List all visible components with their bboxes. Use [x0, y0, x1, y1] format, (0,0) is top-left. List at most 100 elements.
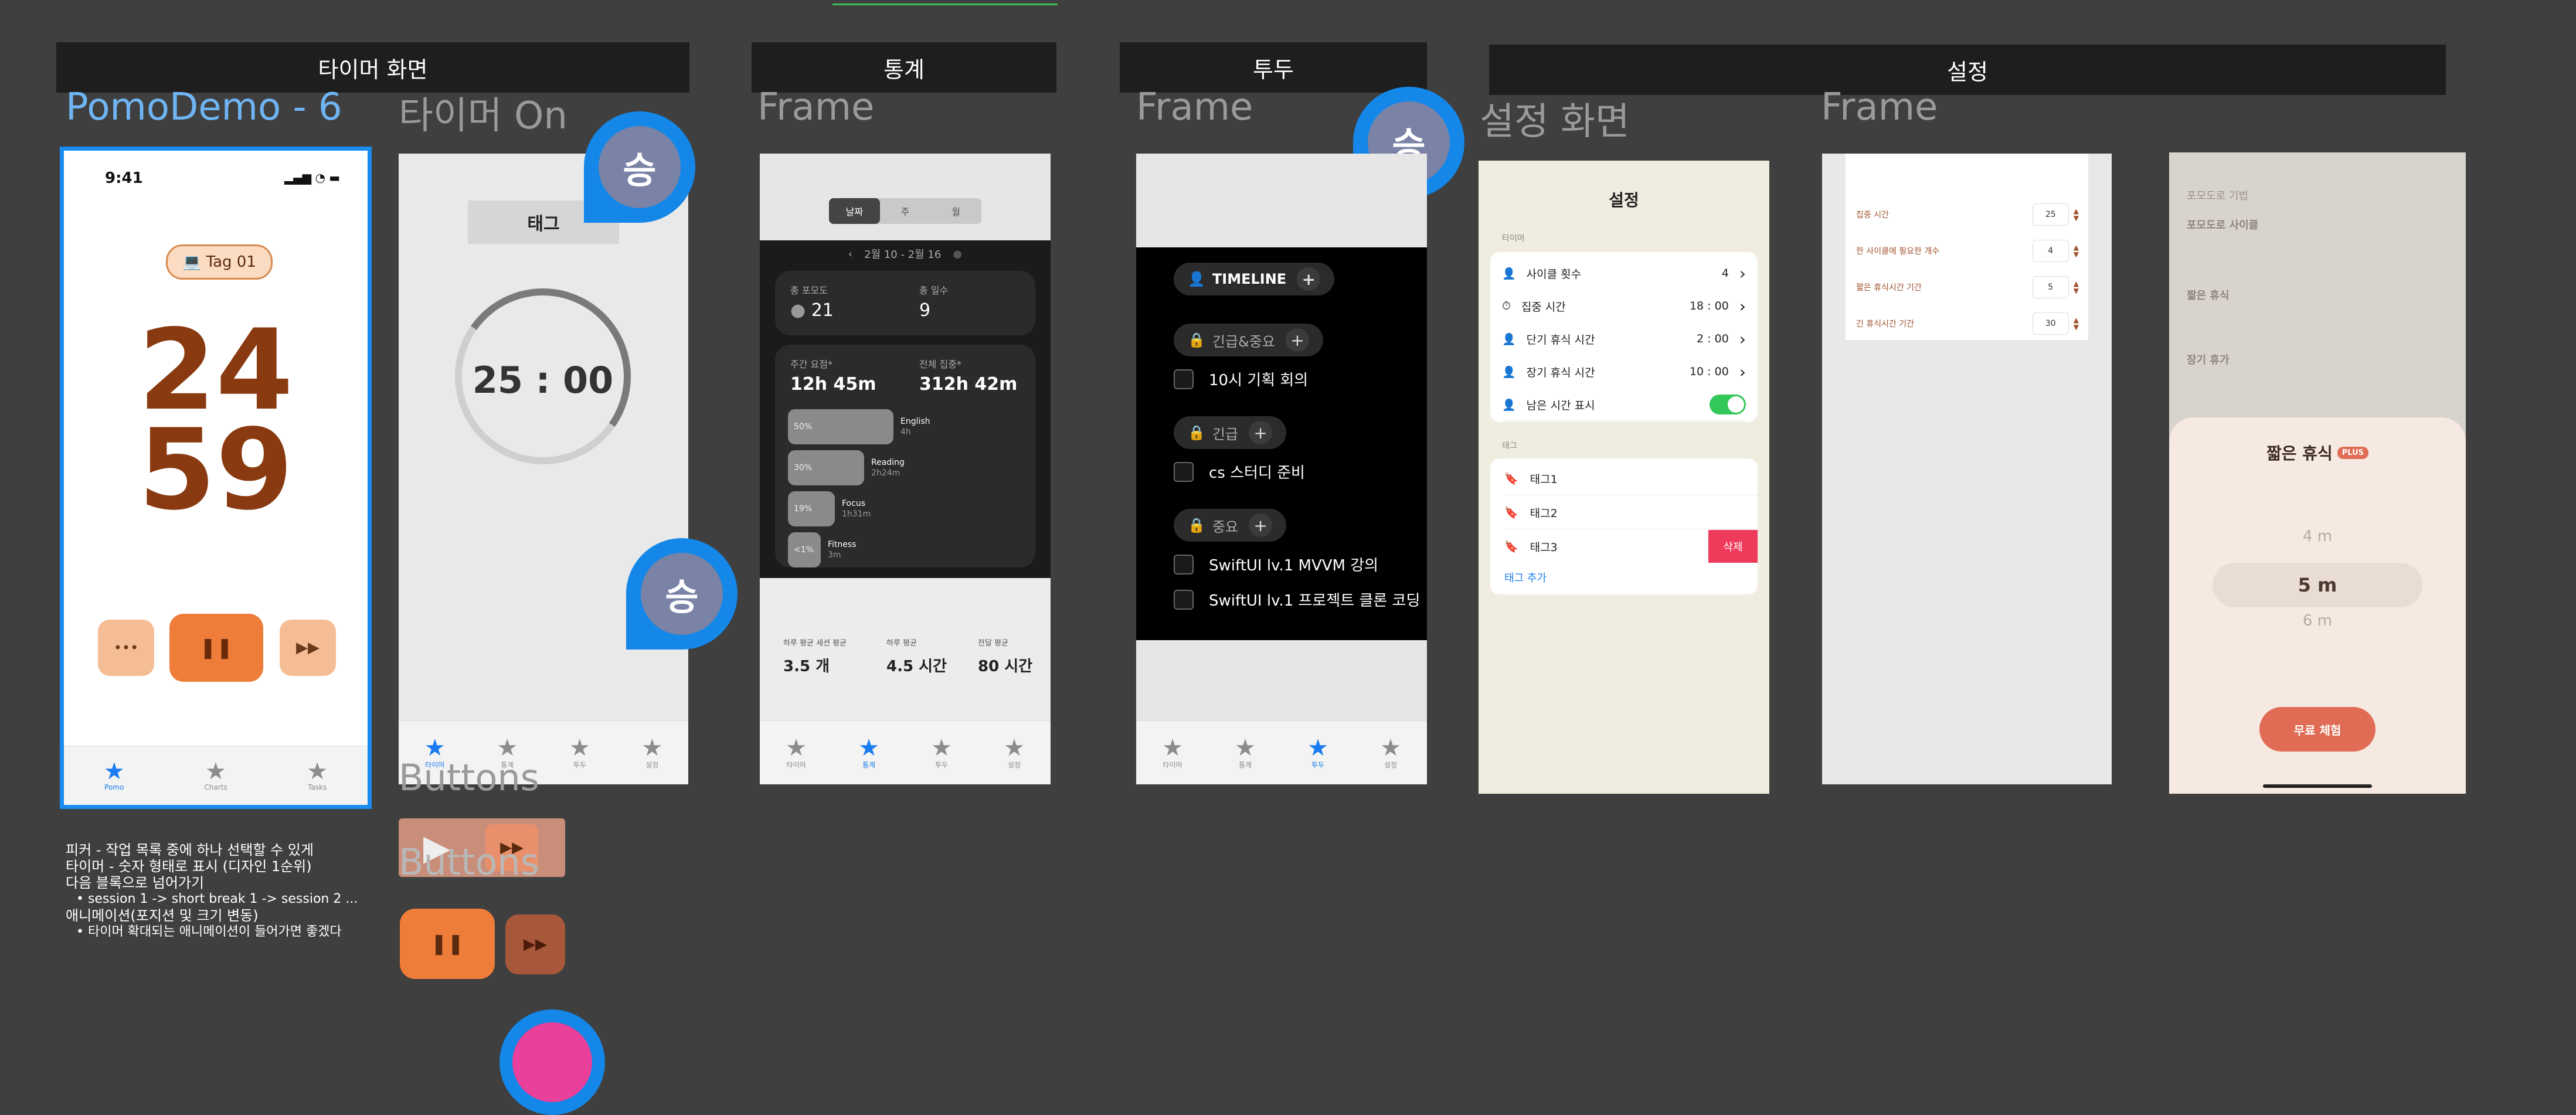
sheet-frame[interactable]: 포모도로 기법 포모도로 사이클 짧은 휴식 장기 휴가 짧은 휴식 PLUS … — [2169, 152, 2466, 794]
group-pill[interactable]: 🔒 중요 + — [1174, 509, 1287, 542]
pause-button[interactable]: ❚❚ — [169, 614, 263, 682]
setting-row[interactable]: 👤 단기 휴식 시간 2 : 00 › — [1502, 322, 1746, 356]
stepper-row: 한 사이클에 필요한 개수 4 ▲ ▼ — [1856, 239, 2079, 263]
collaborator-avatar[interactable] — [499, 1009, 605, 1115]
setting-row[interactable]: ⏱ 집중 시간 18 : 00 › — [1502, 290, 1746, 323]
plus-icon[interactable]: + — [1249, 514, 1273, 537]
stepper-value[interactable]: 5 — [2032, 276, 2069, 298]
frame-label-todo[interactable]: Frame — [1136, 86, 1253, 129]
frame-label-stats[interactable]: Frame — [757, 86, 874, 129]
todo-item[interactable]: cs 스터디 준비 — [1174, 461, 1305, 482]
todo-item[interactable]: SwiftUI lv.1 프로젝트 클론 코딩 — [1174, 589, 1420, 610]
collaborator-avatar[interactable]: 승 — [626, 538, 738, 650]
stepper-value[interactable]: 25 — [2032, 203, 2069, 226]
tab-bar: ★ Pomo ★ Charts ★ Tasks — [64, 746, 368, 805]
stepper-value[interactable]: 30 — [2032, 312, 2069, 335]
category-bar[interactable]: 19% — [788, 491, 835, 526]
add-tag-button[interactable]: 태그 추가 — [1504, 570, 1547, 585]
tab-settings[interactable]: ★ 설정 — [1380, 736, 1401, 770]
chevron-right-icon: › — [1739, 329, 1746, 349]
pause-button[interactable]: ❚❚ — [400, 909, 495, 979]
person-icon: 👤 — [1502, 332, 1516, 346]
frame-label-pomodemo[interactable]: PomoDemo - 6 — [66, 86, 342, 129]
section-label-timer: 타이머 — [1502, 234, 1525, 243]
tab-timer[interactable]: ★ 타이머 — [786, 736, 807, 770]
skip-button[interactable]: ▶▶ — [505, 915, 565, 974]
tab-settings[interactable]: ★ 설정 — [641, 736, 662, 770]
note-line: 타이머 - 숫자 형태로 표시 (디자인 1순위) — [66, 858, 312, 875]
segment-week[interactable]: 주 — [880, 198, 931, 224]
todo-item[interactable]: 10시 기획 회의 — [1174, 368, 1308, 390]
tab-todo[interactable]: ★ 투두 — [1307, 736, 1328, 770]
toggle-switch[interactable] — [1710, 395, 1746, 414]
todo-frame[interactable]: 👤 TIMELINE + 🔒 긴급&중요 + 10시 기획 회의 🔒 긴급 + … — [1136, 154, 1427, 784]
chevron-left-icon[interactable]: ‹ — [848, 248, 852, 260]
stepper-value[interactable]: 4 — [2032, 240, 2069, 262]
frame-label-timer-on[interactable]: 타이머 On — [399, 86, 567, 140]
group-pill[interactable]: 🔒 긴급 + — [1174, 416, 1287, 449]
tab-stats[interactable]: ★ 통계 — [1235, 736, 1256, 770]
settings-frame[interactable]: 설정 타이머 👤 사이클 횟수 4 › ⏱ 집중 시간 18 : 00 › 👤 단기 휴식 시간 2… — [1479, 161, 1769, 794]
frame-label-settings-frame[interactable]: Frame — [1821, 86, 1938, 129]
checkbox[interactable] — [1174, 589, 1194, 610]
category-bar[interactable]: <1% — [788, 532, 821, 567]
plus-icon[interactable]: + — [1285, 328, 1309, 352]
picker-selected[interactable]: 5 m — [2213, 563, 2422, 607]
lock-icon: 🔒 — [1188, 424, 1205, 441]
group-pill[interactable]: 🔒 긴급&중요 + — [1174, 324, 1323, 356]
plus-icon[interactable]: + — [1249, 421, 1273, 444]
tab-settings[interactable]: ★ 설정 — [1004, 736, 1025, 770]
skip-button[interactable]: ▶▶ — [280, 620, 336, 676]
tab-pomo[interactable]: ★ Pomo — [104, 760, 125, 791]
chevron-right-icon[interactable]: ● — [953, 248, 962, 260]
pomodemo-frame[interactable]: 9:41 ▂▄▆ ◔ ▬ 💻 Tag 01 24 59 ••• ❚❚ ▶▶ ★ P… — [60, 147, 372, 809]
tag-row[interactable]: 🔖 태그1 — [1504, 462, 1758, 495]
frame-label-settings-screen[interactable]: 설정 화면 — [1480, 91, 1630, 145]
status-time: 9:41 — [105, 169, 143, 187]
free-trial-button[interactable]: 무료 체험 — [2259, 707, 2376, 752]
setting-row[interactable]: 👤 사이클 횟수 4 › — [1502, 257, 1746, 290]
setting-value: 10 : 00 — [1689, 365, 1729, 378]
tab-timer[interactable]: ★ 타이머 — [1162, 736, 1183, 770]
plus-icon[interactable]: + — [1297, 267, 1321, 291]
timer-on-frame[interactable]: 태그 25 : 00 ★ 타이머 ★ 통계 ★ 투두 ★ 설정 — [399, 154, 688, 784]
tag-picker[interactable]: 💻 Tag 01 — [166, 244, 273, 280]
note-line: 애니메이션(포지션 및 크기 변동) — [66, 907, 259, 924]
selection-indicator — [832, 4, 1058, 5]
timeline-label: TIMELINE — [1212, 271, 1287, 287]
delete-button[interactable]: 삭제 — [1708, 530, 1758, 563]
category-bar[interactable]: 30% — [788, 450, 864, 485]
more-button[interactable]: ••• — [98, 620, 154, 676]
timeline-pill[interactable]: 👤 TIMELINE + — [1174, 263, 1335, 295]
star-icon: ★ — [786, 734, 807, 762]
category-bar[interactable]: 50% — [788, 409, 893, 444]
settings-values-frame[interactable]: 집중 시간 25 ▲ ▼ 한 사이클에 필요한 개수 4 ▲ ▼ 짧은 휴식시간 기간 5 ▲ ▼ 긴 … — [1822, 154, 2112, 784]
todo-item[interactable]: SwiftUI lv.1 MVVM 강의 — [1174, 553, 1378, 575]
stats-frame[interactable]: 날짜 주 월 ‹ 2월 10 - 2월 16 ● 총 포모도 ● 21 총 일수… — [760, 154, 1051, 784]
date-range-label: 2월 10 - 2월 16 — [864, 249, 942, 261]
star-icon: ★ — [307, 758, 328, 785]
collaborator-avatar[interactable]: 승 — [584, 111, 695, 223]
star-icon: ★ — [641, 734, 663, 762]
stepper-arrows-icon[interactable]: ▲ ▼ — [2074, 280, 2079, 294]
segment-day[interactable]: 날짜 — [829, 198, 880, 224]
setting-row[interactable]: 👤 장기 휴식 시간 10 : 00 › — [1502, 355, 1746, 389]
stepper-arrows-icon[interactable]: ▲ ▼ — [2074, 244, 2079, 258]
checkbox[interactable] — [1174, 461, 1194, 482]
setting-row[interactable]: 👤 남은 시간 표시 — [1502, 388, 1746, 421]
tab-tasks[interactable]: ★ Tasks — [307, 760, 328, 791]
tab-charts[interactable]: ★ Charts — [204, 760, 227, 791]
tag-row[interactable]: 🔖 태그2 — [1504, 496, 1758, 529]
checkbox[interactable] — [1174, 369, 1194, 389]
star-icon: ★ — [569, 734, 590, 762]
tab-todo[interactable]: ★ 투두 — [931, 736, 952, 770]
tab-todo[interactable]: ★ 투두 — [569, 736, 590, 770]
bookmark-icon: 🔖 — [1504, 472, 1518, 485]
checkbox[interactable] — [1174, 554, 1194, 575]
stepper-arrows-icon[interactable]: ▲ ▼ — [2074, 317, 2079, 331]
stepper-arrows-icon[interactable]: ▲ ▼ — [2074, 208, 2079, 222]
picker-option[interactable]: 4 m — [2169, 528, 2466, 545]
segment-month[interactable]: 월 — [930, 198, 981, 224]
picker-option[interactable]: 6 m — [2169, 612, 2466, 630]
tab-stats[interactable]: ★ 통계 — [858, 736, 879, 770]
